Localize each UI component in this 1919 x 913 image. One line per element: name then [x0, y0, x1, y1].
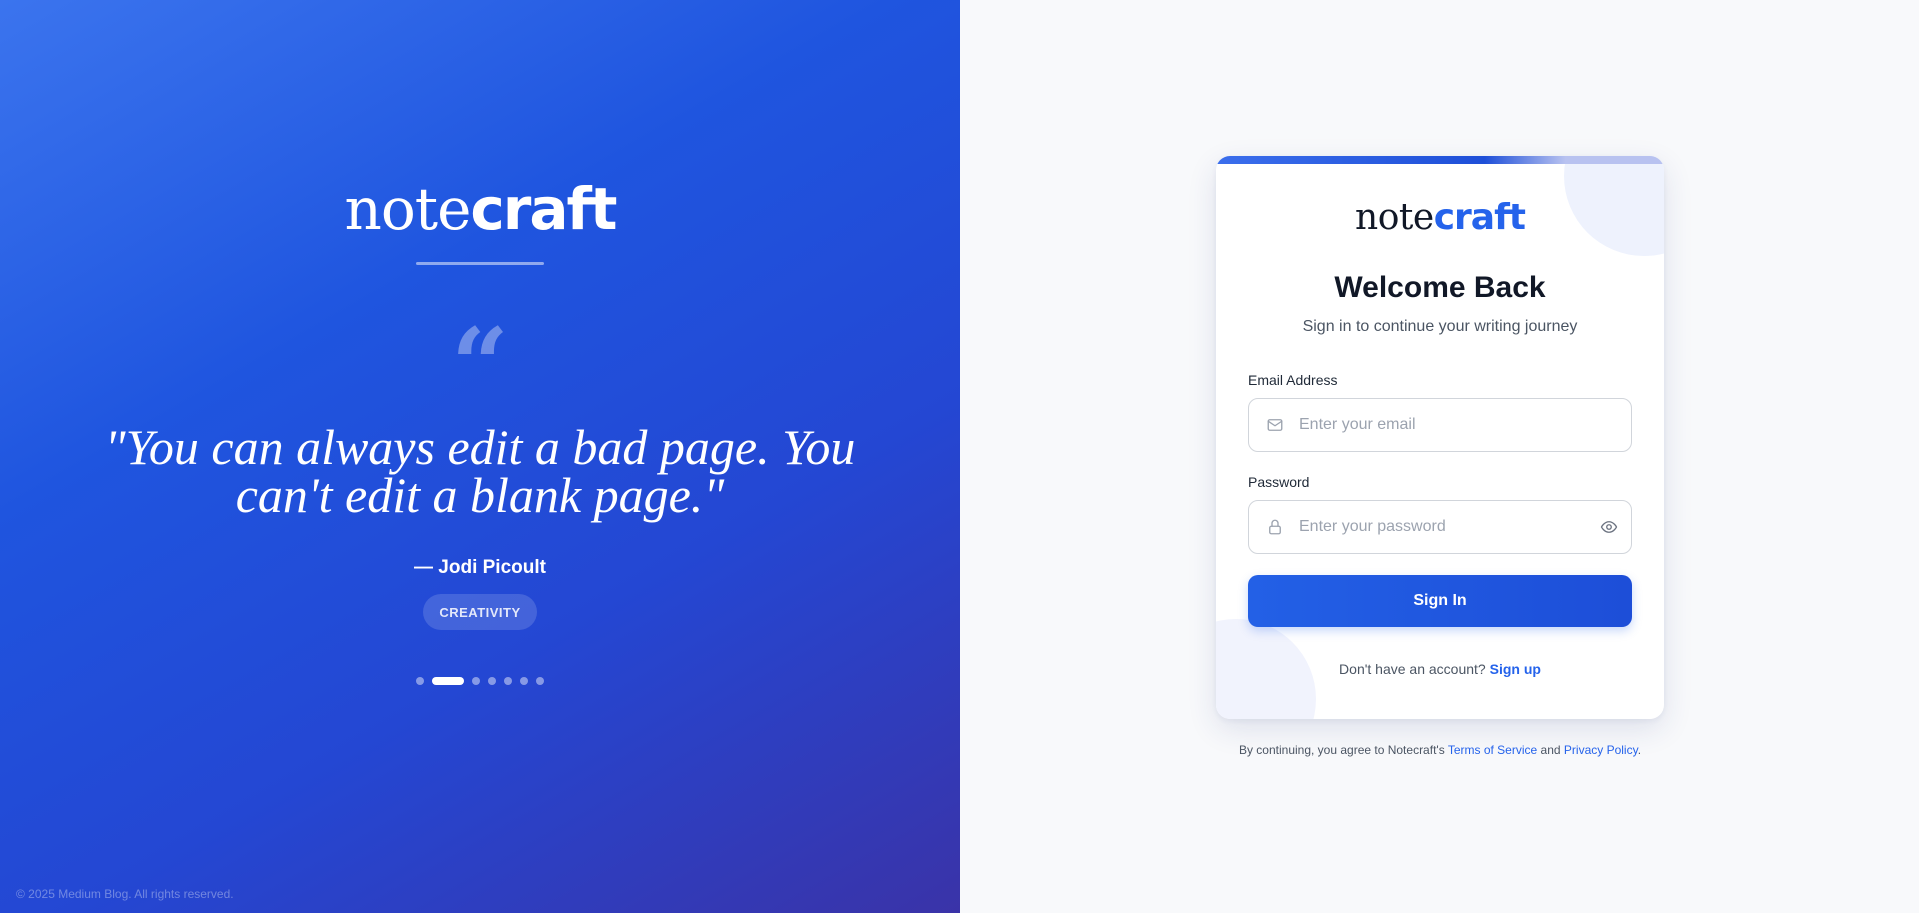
- card-logo: notecraft: [1216, 199, 1664, 236]
- carousel-dot[interactable]: [504, 677, 512, 685]
- copyright-text: © 2025 Medium Blog. All rights reserved.: [16, 887, 234, 901]
- terms-prefix: By continuing, you agree to Notecraft's: [1238, 743, 1445, 757]
- login-panel: notecraft Welcome Back Sign in to contin…: [960, 0, 1919, 913]
- hero-logo-light: note: [344, 175, 472, 243]
- carousel-dot[interactable]: [520, 677, 528, 685]
- terms-notice: By continuing, you agree to Notecraft's …: [1216, 743, 1664, 757]
- lock-icon: [1249, 518, 1297, 536]
- card-logo-bold: craft: [1433, 197, 1526, 238]
- privacy-policy-link[interactable]: Privacy Policy: [1564, 743, 1638, 757]
- email-label: Email Address: [1248, 372, 1338, 388]
- signup-prompt-text: Don't have an account?: [1339, 661, 1486, 677]
- terms-and: and: [1540, 743, 1561, 757]
- hero-logo: notecraft: [0, 180, 960, 239]
- carousel-dot[interactable]: [472, 677, 480, 685]
- quote-mark-icon: “: [451, 306, 509, 424]
- quote-author: — Jodi Picoult: [414, 557, 546, 578]
- page-title: Welcome Back: [1334, 271, 1546, 304]
- signup-prompt: Don't have an account? Sign up: [1216, 661, 1664, 677]
- password-label: Password: [1248, 474, 1310, 490]
- eye-icon[interactable]: [1587, 518, 1631, 536]
- signup-link[interactable]: Sign up: [1490, 661, 1541, 677]
- hero-panel: notecraft “ "You can always edit a bad p…: [0, 0, 960, 913]
- carousel-dot[interactable]: [536, 677, 544, 685]
- carousel-dot[interactable]: [432, 677, 464, 685]
- hero-quote: "You can always edit a bad page. You can…: [104, 419, 856, 523]
- carousel-dot[interactable]: [416, 677, 424, 685]
- page-subtitle: Sign in to continue your writing journey: [1302, 318, 1578, 335]
- password-input[interactable]: [1297, 517, 1587, 537]
- terms-of-service-link[interactable]: Terms of Service: [1448, 743, 1537, 757]
- card-logo-light: note: [1355, 197, 1434, 238]
- carousel-dots: [0, 677, 960, 685]
- mail-icon: [1249, 416, 1297, 434]
- password-field-wrapper: [1248, 500, 1632, 554]
- terms-suffix: .: [1637, 743, 1642, 757]
- email-field-wrapper: [1248, 398, 1632, 452]
- sign-in-button[interactable]: Sign In: [1248, 575, 1632, 627]
- hero-logo-underline: [416, 262, 544, 265]
- carousel-dot[interactable]: [488, 677, 496, 685]
- email-input[interactable]: [1297, 415, 1631, 435]
- login-card: notecraft Welcome Back Sign in to contin…: [1216, 156, 1664, 719]
- quote-category-badge: CREATIVITY: [423, 594, 537, 630]
- hero-logo-bold: craft: [470, 175, 617, 243]
- card-accent-bar: [1216, 156, 1664, 164]
